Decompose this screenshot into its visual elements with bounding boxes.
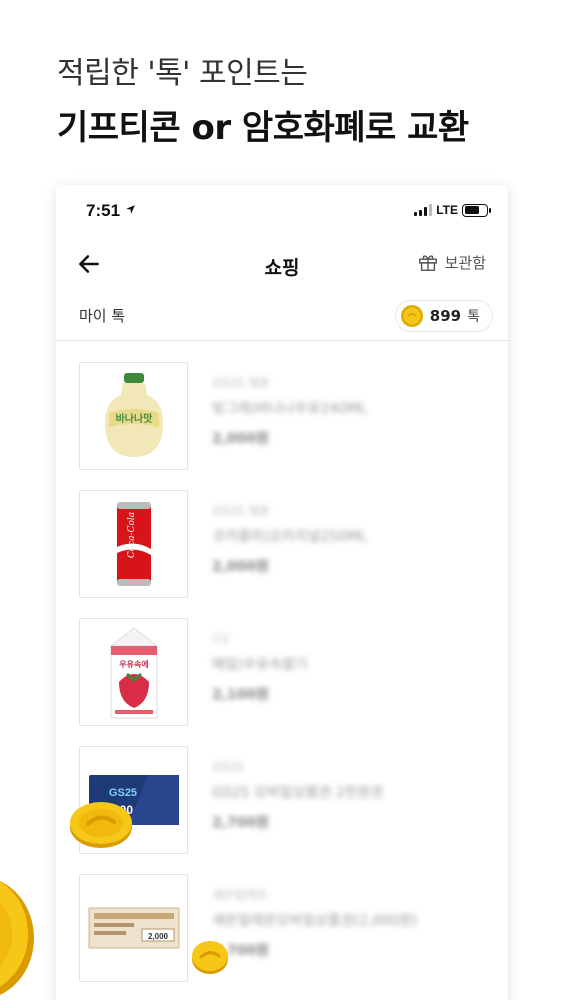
banana-milk-icon: 바나나맛 [104, 373, 163, 457]
tok-amount: 899 [429, 307, 462, 325]
network-type: LTE [436, 203, 458, 217]
tok-balance-badge: 899 톡 [394, 300, 493, 332]
strawberry-milk-icon: 우유속에 [109, 627, 158, 719]
svg-text:Coca-Cola: Coca-Cola [127, 512, 137, 558]
product-info: GS25 GS25 모바일상품권 2천원권 2,700원 [212, 746, 383, 874]
product-thumbnail: 2,000 [79, 874, 188, 982]
signal-icon [414, 204, 433, 216]
storage-button[interactable]: 보관함 [417, 251, 486, 273]
product-item[interactable]: GS25 2,000 GS25 GS25 모바일상품권 2천원권 2,700원 [79, 746, 499, 874]
battery-icon [462, 203, 491, 217]
product-info: GS25 제휴 빙그레)바나나우유240ML 2,000원 [212, 362, 367, 490]
svg-text:GS25: GS25 [108, 787, 136, 799]
svg-text:바나나맛: 바나나맛 [115, 412, 153, 425]
my-tok-label: 마이 톡 [79, 307, 126, 325]
product-info: CU 매일)우유속딸기 2,100원 [212, 618, 308, 746]
product-thumbnail: Coca-Cola [79, 490, 188, 598]
product-price: 2,000원 [212, 559, 270, 575]
product-brand: 세븐일레븐 [212, 888, 268, 902]
product-price: 2,700원 [212, 943, 270, 959]
product-brand: GS25 [212, 760, 245, 774]
coin-icon [192, 941, 228, 974]
product-info: GS25 제휴 코카콜라)오리지널250ML 2,000원 [212, 490, 367, 618]
coin-icon [400, 305, 423, 327]
product-name: GS25 모바일상품권 2천원권 [212, 785, 384, 801]
gift-icon [418, 255, 437, 271]
phone-screen: 7:51 LTE 쇼핑 보관함 마이 톡 899 톡 바나나맛 GS25 제휴 … [56, 185, 508, 1000]
headline-line1: 적립한 '톡' 포인트는 [57, 56, 308, 91]
product-item[interactable]: Coca-Cola GS25 제휴 코카콜라)오리지널250ML 2,000원 [79, 490, 499, 618]
svg-text:우유속에: 우유속에 [119, 659, 148, 669]
nav-bar: 쇼핑 보관함 [56, 241, 508, 291]
product-brand: CU [212, 632, 230, 646]
coin-icon [0, 881, 34, 995]
product-brand: GS25 제휴 [212, 376, 271, 390]
product-thumbnail: 우유속에 [79, 618, 188, 726]
product-price: 2,100원 [212, 687, 270, 703]
product-name: 코카콜라)오리지널250ML [212, 529, 368, 545]
product-item[interactable]: 우유속에 CU 매일)우유속딸기 2,100원 [79, 618, 499, 746]
product-item[interactable]: 2,000 세븐일레븐 세븐일레븐모바일상품권(2,000원) 2,700원 [79, 874, 499, 1000]
promo-headline: 적립한 '톡' 포인트는 기프티콘 or 암호화폐로 교환 [57, 52, 537, 154]
status-bar: 7:51 LTE [56, 185, 508, 241]
product-name: 세븐일레븐모바일상품권(2,000원) [212, 913, 418, 929]
product-item[interactable]: 바나나맛 GS25 제휴 빙그레)바나나우유240ML 2,000원 [79, 362, 499, 490]
coin-icon [70, 802, 132, 848]
status-indicators: LTE [414, 203, 491, 217]
product-thumbnail: 바나나맛 [79, 362, 188, 470]
status-time: 7:51 [86, 201, 136, 221]
location-arrow-icon [125, 205, 135, 214]
product-info: 세븐일레븐 세븐일레븐모바일상품권(2,000원) 2,700원 [212, 874, 418, 1000]
headline-line2: 기프티콘 or 암호화폐로 교환 [57, 108, 469, 148]
product-name: 빙그레)바나나우유240ML [212, 401, 368, 417]
coke-can-icon: Coca-Cola [116, 502, 151, 586]
product-brand: GS25 제휴 [212, 504, 271, 518]
svg-text:2,000: 2,000 [147, 932, 168, 941]
tok-unit: 톡 [467, 309, 480, 325]
product-price: 2,700원 [212, 815, 270, 831]
product-list: 바나나맛 GS25 제휴 빙그레)바나나우유240ML 2,000원 Coca-… [79, 362, 499, 1000]
my-tok-row: 마이 톡 899 톡 [56, 295, 508, 341]
product-price: 2,000원 [212, 431, 270, 447]
storage-label: 보관함 [444, 253, 486, 272]
voucher-icon: 2,000 [88, 907, 179, 949]
product-name: 매일)우유속딸기 [212, 657, 308, 673]
